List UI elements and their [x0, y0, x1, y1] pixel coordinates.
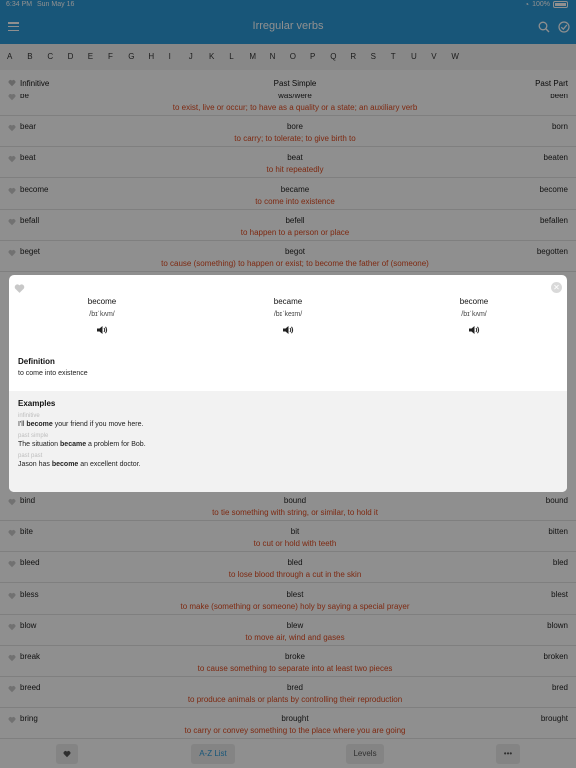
example-text: your friend if you move here.	[52, 421, 144, 428]
speaker-icon[interactable]	[96, 325, 108, 335]
example-label: past past	[18, 453, 43, 459]
example-verb: become	[26, 421, 53, 428]
definition-section: Definition to come into existence	[9, 357, 567, 391]
example-text: Jason has	[18, 461, 52, 468]
example-sentence: The situation became a problem for Bob.	[18, 441, 567, 448]
form-ipa: /bɪˈkeɪm/	[273, 311, 303, 318]
example-verb: became	[60, 441, 87, 448]
form-infinitive: become /bɪˈkʌm/	[9, 297, 195, 340]
speaker-icon[interactable]	[282, 325, 294, 335]
example-text: The situation	[18, 441, 61, 448]
definition-text: to come into existence	[18, 370, 88, 377]
form-past-participle: become /bɪˈkʌm/	[381, 297, 567, 340]
examples-section: Examples infinitive I'll become your frie…	[9, 391, 567, 492]
form-ipa: /bɪˈkʌm/	[461, 311, 487, 318]
example-sentence: I'll become your friend if you move here…	[18, 421, 567, 428]
examples-title: Examples	[18, 399, 56, 408]
form-past-simple: became /bɪˈkeɪm/	[195, 297, 381, 340]
form-word: become	[459, 297, 489, 306]
example-label: infinitive	[18, 413, 40, 419]
example-verb: become	[51, 461, 79, 468]
form-word: become	[87, 297, 117, 306]
example-sentence: Jason has become an excellent doctor.	[18, 461, 567, 468]
verb-detail-dialog: ✕ become /bɪˈkʌm/ became /bɪˈkeɪm/ becom…	[9, 275, 567, 492]
example-text: a problem for Bob.	[86, 441, 146, 448]
form-ipa: /bɪˈkʌm/	[89, 311, 115, 318]
example-text: an excellent doctor.	[78, 461, 141, 468]
close-icon[interactable]: ✕	[551, 282, 562, 293]
favorite-heart-icon[interactable]	[14, 283, 25, 294]
definition-title: Definition	[18, 357, 55, 366]
example-label: past simple	[18, 433, 49, 439]
form-word: became	[273, 297, 303, 306]
speaker-icon[interactable]	[468, 325, 480, 335]
